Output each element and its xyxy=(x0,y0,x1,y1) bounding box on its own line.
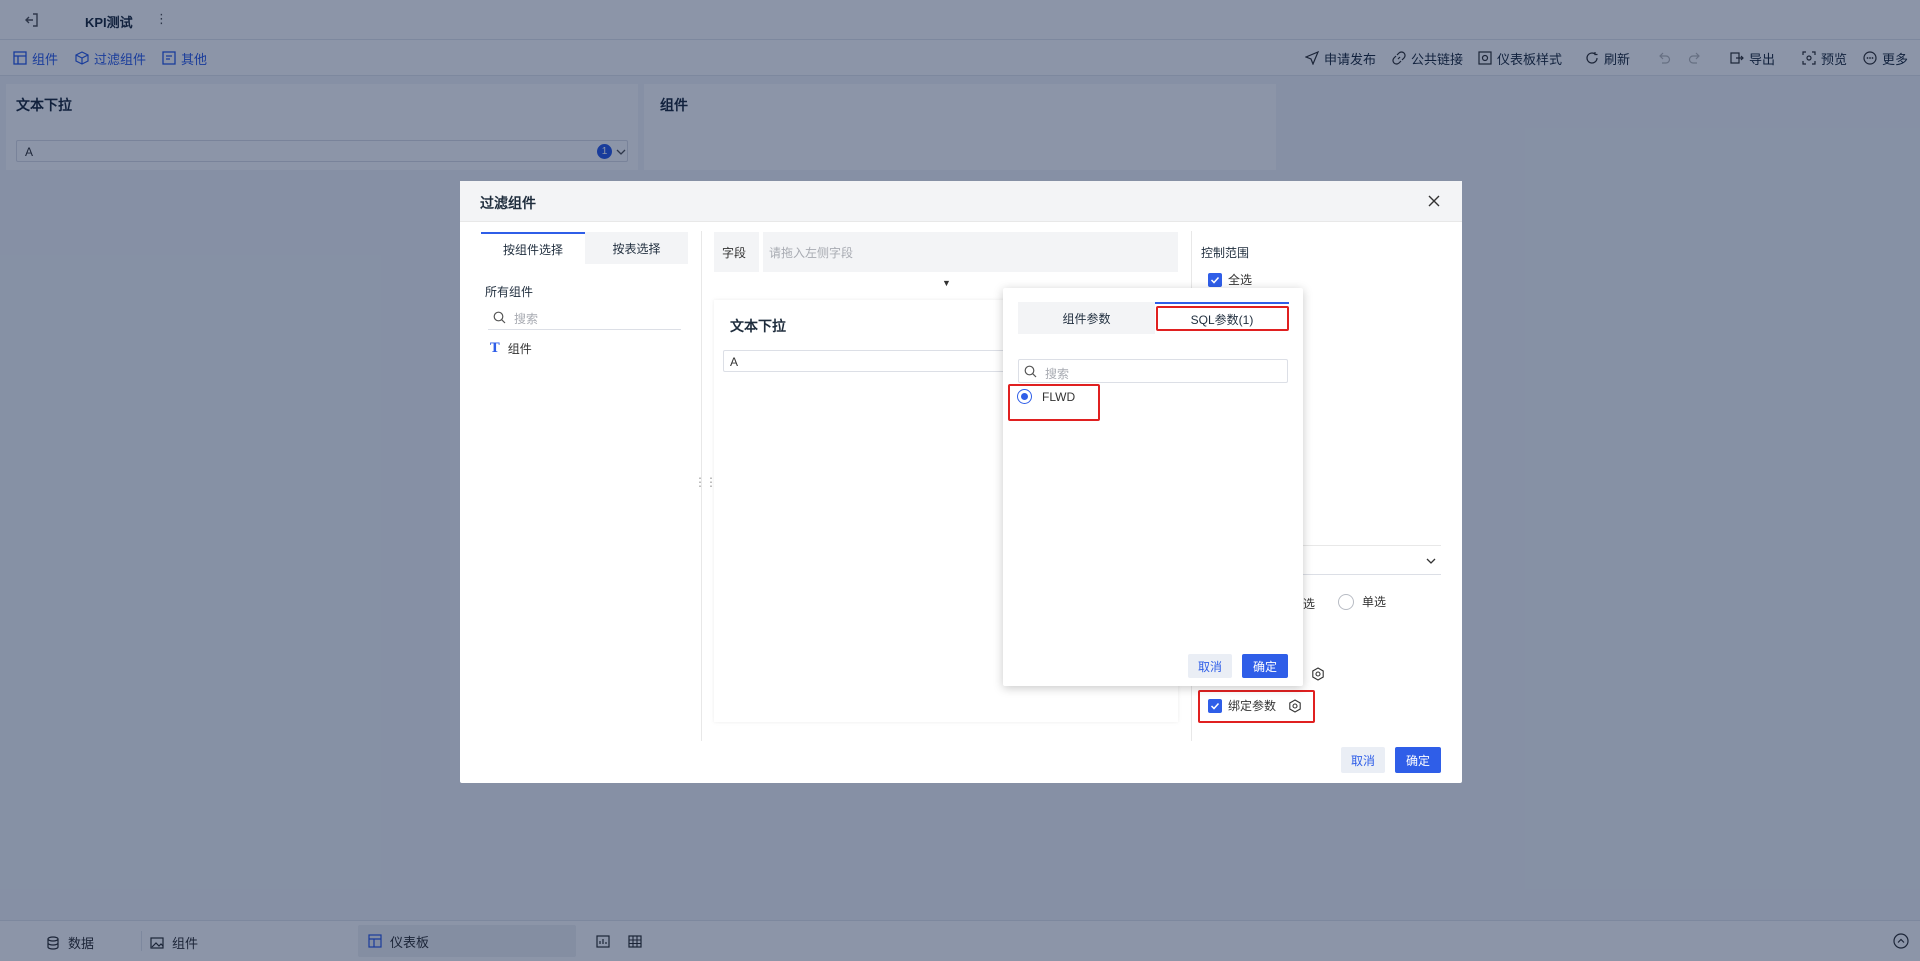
field-label: 字段 xyxy=(714,232,759,272)
multi-select-option[interactable]: 选 xyxy=(1303,595,1315,612)
select-all-label: 全选 xyxy=(1228,273,1253,287)
field-drop-zone[interactable]: 请拖入左侧字段 xyxy=(759,232,1178,272)
single-select-option[interactable]: 单选 xyxy=(1338,593,1386,610)
highlight-box xyxy=(1156,306,1289,331)
tab-component-params[interactable]: 组件参数 xyxy=(1018,302,1155,334)
close-icon[interactable] xyxy=(1427,194,1441,208)
preview-title: 文本下拉 xyxy=(730,318,786,334)
chevron-down-icon xyxy=(1425,555,1437,567)
checkbox-checked-icon xyxy=(1208,272,1222,287)
dialog-ok-button[interactable]: 确定 xyxy=(1395,747,1441,773)
dialog-header: 过滤组件 xyxy=(460,181,1462,222)
tree-item-label: 组件 xyxy=(507,342,532,356)
left-panel: 按组件选择 按表选择 所有组件 搜索 T 组件 xyxy=(460,222,701,742)
filter-component-dialog: 过滤组件 按组件选择 按表选择 所有组件 搜索 T 组件 ⋮⋮ 字段 请拖入左侧… xyxy=(460,181,1462,783)
tab-by-table[interactable]: 按表选择 xyxy=(585,232,688,264)
search-input[interactable]: 搜索 xyxy=(1045,365,1069,382)
caret-down-icon: ▼ xyxy=(942,278,951,288)
search-icon xyxy=(1024,365,1037,378)
text-type-icon: T xyxy=(490,341,500,356)
param-popup: 组件参数 SQL参数(1) 搜索 FLWD 取消 确定 xyxy=(1003,288,1303,686)
preview-select-value: A xyxy=(730,355,739,369)
popup-cancel-button[interactable]: 取消 xyxy=(1188,654,1232,678)
tab-by-component[interactable]: 按组件选择 xyxy=(481,232,585,264)
search-input[interactable]: 搜索 xyxy=(514,310,538,327)
control-scope-label: 控制范围 xyxy=(1201,246,1250,260)
dialog-title: 过滤组件 xyxy=(480,195,536,211)
search-icon xyxy=(493,311,506,324)
popup-ok-button[interactable]: 确定 xyxy=(1242,654,1288,678)
radio-unchecked-icon xyxy=(1338,593,1354,610)
gear-icon[interactable] xyxy=(1311,667,1325,681)
all-components-label: 所有组件 xyxy=(485,285,534,299)
param-search[interactable]: 搜索 xyxy=(1018,359,1288,383)
select-all-checkbox[interactable]: 全选 xyxy=(1208,271,1252,288)
single-select-label: 单选 xyxy=(1362,595,1387,609)
highlight-box xyxy=(1008,384,1100,421)
component-search[interactable]: 搜索 xyxy=(488,304,681,330)
tree-item-component[interactable]: T 组件 xyxy=(490,340,532,357)
highlight-box xyxy=(1198,690,1315,723)
dialog-cancel-button[interactable]: 取消 xyxy=(1341,747,1385,773)
drag-handle-icon[interactable]: ⋮⋮ xyxy=(694,475,717,489)
